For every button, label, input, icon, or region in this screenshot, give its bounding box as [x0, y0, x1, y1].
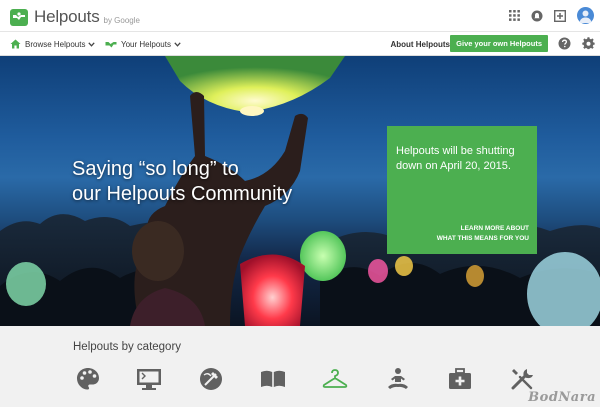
top-bar: Helpouts by Google — [0, 0, 600, 32]
chevron-down-icon — [88, 41, 96, 47]
art-palette-icon[interactable] — [75, 366, 101, 392]
hero-headline: Saying “so long” to our Helpouts Communi… — [72, 157, 332, 207]
fitness-yoga-icon[interactable] — [385, 366, 411, 392]
nav-bar: Browse Helpouts Your Helpouts About Help… — [0, 32, 600, 56]
help-icon[interactable] — [558, 37, 571, 55]
hero-headline-line1: Saying “so long” to — [72, 158, 239, 180]
top-icons — [498, 7, 594, 24]
hero-banner: Saying “so long” to our Helpouts Communi… — [0, 56, 600, 326]
education-book-icon[interactable] — [260, 366, 286, 392]
shutdown-notice-card: Helpouts will be shutting down on April … — [387, 126, 537, 254]
category-section: Helpouts by category BodNara — [0, 326, 600, 407]
app-name: Helpouts — [34, 7, 100, 26]
hero-headline-line2: our Helpouts Community — [72, 183, 293, 205]
watermark-logo: BodNara — [528, 390, 596, 405]
browse-helpouts-menu[interactable]: Browse Helpouts — [10, 32, 96, 56]
add-icon[interactable] — [554, 9, 566, 22]
home-tools-icon[interactable] — [509, 366, 535, 392]
avatar[interactable] — [577, 7, 594, 24]
notifications-icon[interactable] — [531, 10, 543, 22]
shutdown-notice-text: Helpouts will be shutting down on April … — [396, 145, 515, 172]
your-helpouts-menu[interactable]: Your Helpouts — [105, 32, 181, 56]
computers-icon[interactable] — [136, 366, 162, 392]
app-by-google: by Google — [103, 15, 140, 25]
helpouts-logo-icon — [10, 8, 28, 26]
your-helpouts-label: Your Helpouts — [121, 39, 171, 49]
home-icon — [10, 39, 21, 49]
helpouts-logo[interactable]: Helpouts by Google — [10, 7, 140, 27]
fashion-hanger-icon[interactable] — [322, 366, 348, 392]
learn-more-link[interactable]: LEARN MORE ABOUT WHAT THIS MEANS FOR YOU — [409, 224, 529, 244]
apps-grid-icon[interactable] — [509, 10, 520, 21]
category-title: Helpouts by category — [73, 341, 182, 353]
learn-more-line2: WHAT THIS MEANS FOR YOU — [436, 235, 529, 242]
browse-helpouts-label: Browse Helpouts — [25, 39, 86, 49]
learn-more-line1: LEARN MORE ABOUT — [460, 225, 529, 232]
health-kit-icon[interactable] — [447, 366, 473, 392]
about-helpouts-link[interactable]: About Helpouts — [390, 32, 450, 56]
settings-gear-icon[interactable] — [582, 37, 595, 55]
chevron-down-icon — [174, 41, 181, 47]
cooking-icon[interactable] — [198, 366, 224, 392]
give-your-own-helpouts-button[interactable]: Give your own Helpouts — [450, 35, 548, 52]
handshake-icon — [105, 39, 117, 49]
